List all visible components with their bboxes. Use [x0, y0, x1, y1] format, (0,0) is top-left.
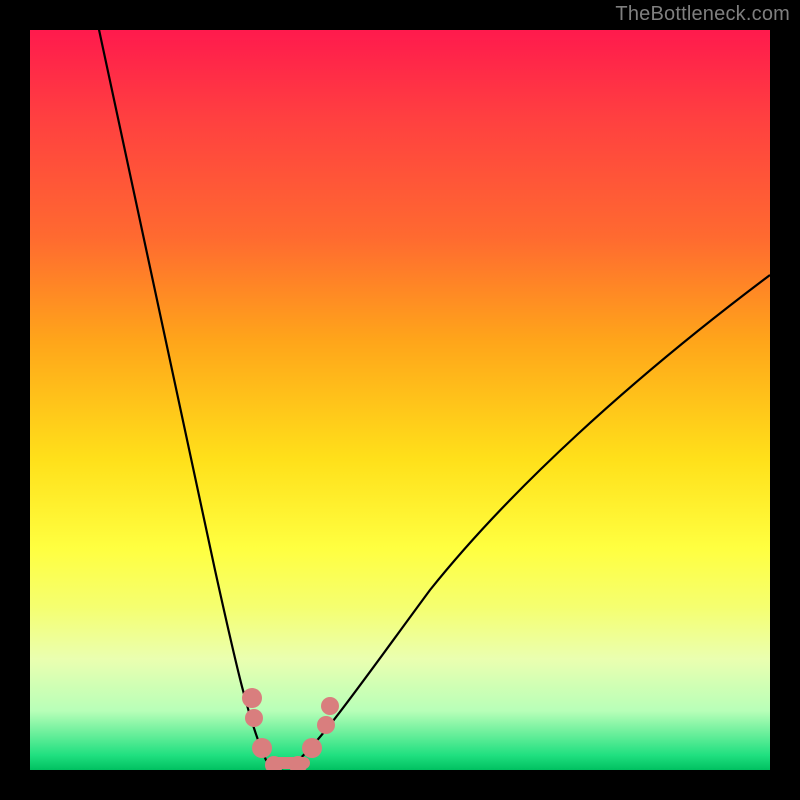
marker-trough-bar — [266, 757, 310, 769]
marker-dot — [252, 738, 272, 758]
marker-dot — [242, 688, 262, 708]
plot-area — [30, 30, 770, 770]
curve-overlay — [30, 30, 770, 770]
bottleneck-curve — [98, 30, 770, 768]
marker-dot — [317, 716, 335, 734]
marker-dot — [321, 697, 339, 715]
watermark-text: TheBottleneck.com — [615, 3, 790, 26]
chart-frame: TheBottleneck.com — [0, 0, 800, 800]
marker-dot — [245, 709, 263, 727]
marker-dot — [302, 738, 322, 758]
